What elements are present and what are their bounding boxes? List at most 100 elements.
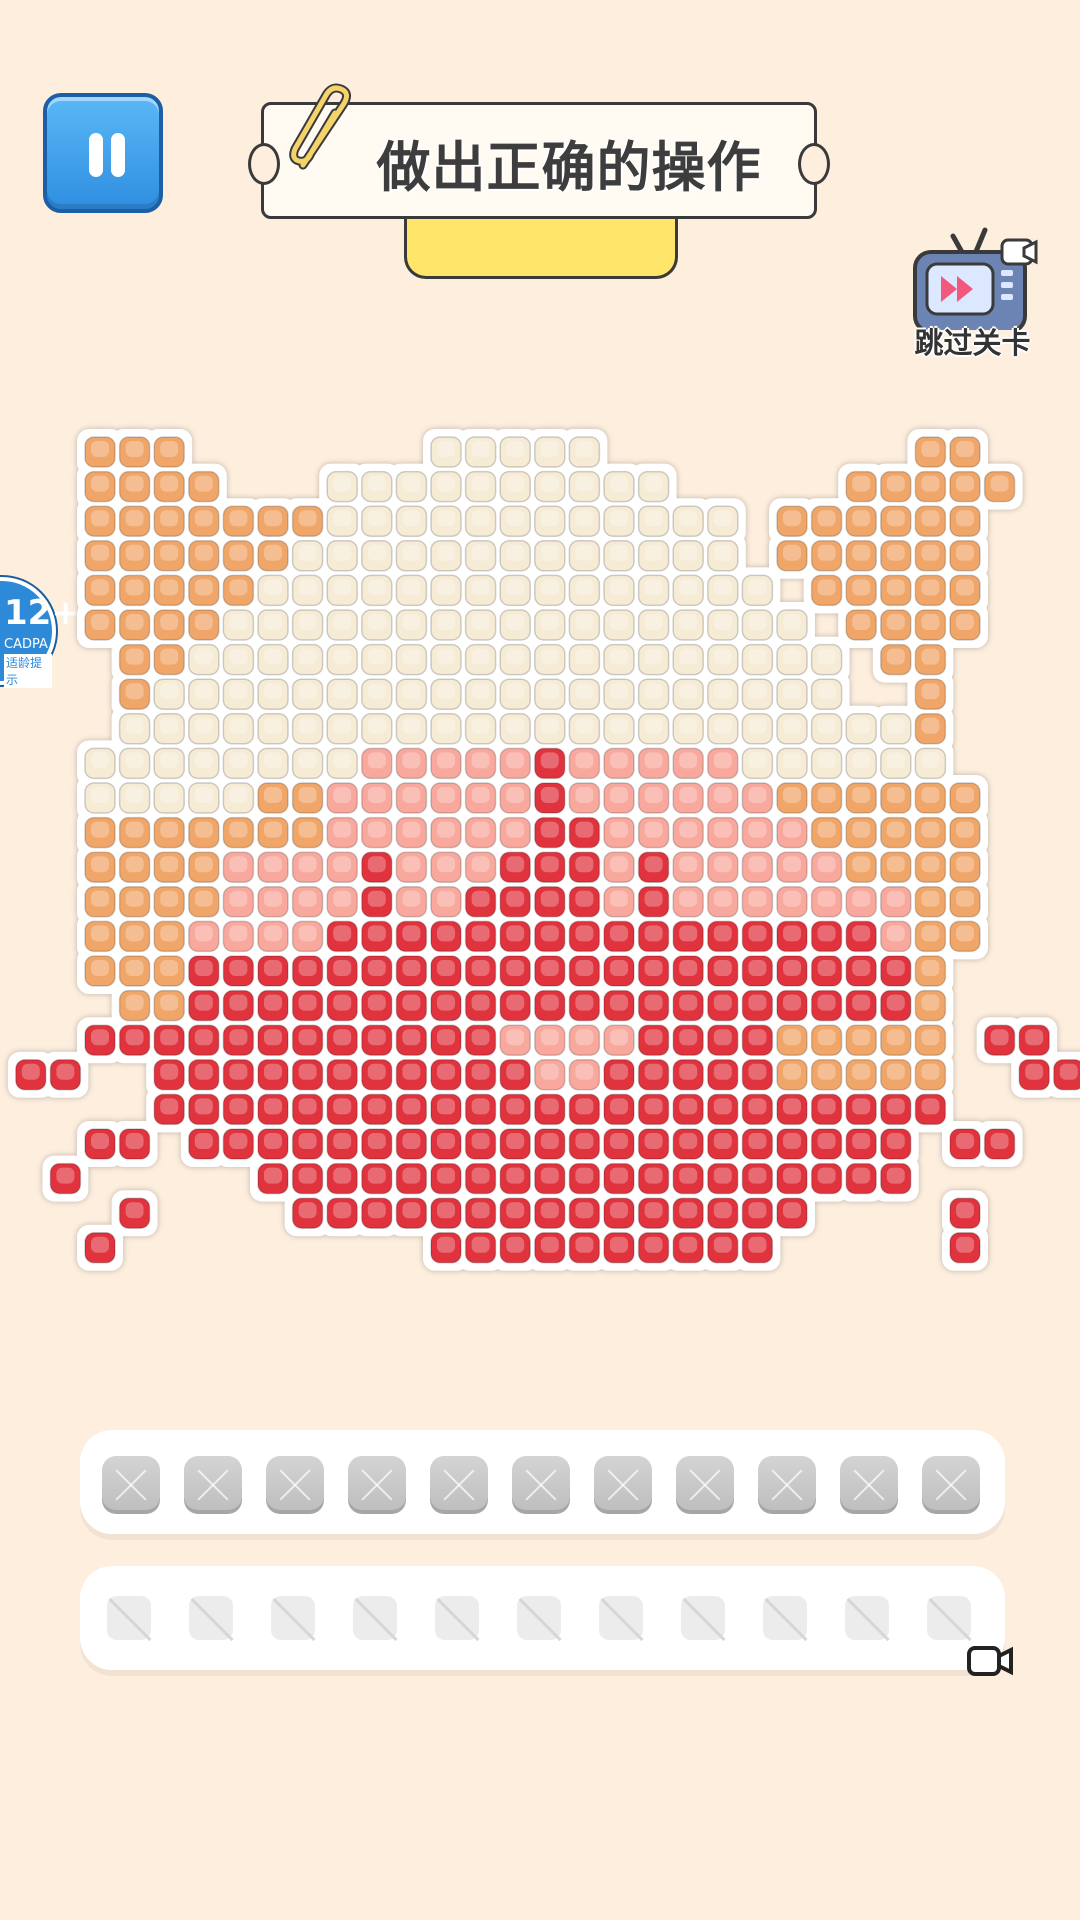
bead-orange[interactable]	[880, 505, 912, 537]
bead-red[interactable]	[880, 1128, 912, 1160]
bead-red[interactable]	[741, 1232, 774, 1264]
bead-red[interactable]	[430, 1059, 462, 1091]
bead-pink[interactable]	[741, 816, 774, 849]
bead-red[interactable]	[291, 1197, 324, 1229]
bead-orange[interactable]	[949, 920, 981, 953]
bead-red[interactable]	[672, 1093, 704, 1126]
bead-red[interactable]	[291, 1093, 324, 1126]
bead-pink[interactable]	[430, 816, 462, 849]
bead-red[interactable]	[395, 1093, 428, 1126]
bead-orange[interactable]	[84, 470, 116, 503]
bead-red[interactable]	[741, 989, 774, 1022]
bead-cream[interactable]	[810, 747, 843, 780]
bead-orange[interactable]	[949, 436, 981, 468]
bead-cream[interactable]	[464, 505, 497, 537]
bead-cream[interactable]	[741, 609, 774, 641]
bead-red[interactable]	[672, 1162, 704, 1195]
bead-red[interactable]	[637, 1128, 670, 1160]
bead-red[interactable]	[776, 1093, 808, 1126]
bead-pink[interactable]	[326, 782, 358, 814]
bead-pink[interactable]	[707, 851, 739, 883]
bead-cream[interactable]	[188, 678, 220, 710]
bead-cream[interactable]	[257, 609, 289, 641]
video-camera-icon[interactable]	[967, 1644, 1013, 1678]
bead-orange[interactable]	[153, 851, 185, 883]
bead-red[interactable]	[672, 1232, 704, 1264]
bead-orange[interactable]	[153, 955, 185, 987]
bead-red[interactable]	[291, 1128, 324, 1160]
bead-cream[interactable]	[637, 713, 670, 745]
bead-red[interactable]	[534, 1232, 566, 1264]
bead-orange[interactable]	[914, 989, 947, 1022]
bead-cream[interactable]	[776, 643, 808, 676]
bead-cream[interactable]	[464, 678, 497, 710]
bead-red[interactable]	[84, 1232, 116, 1264]
bead-red[interactable]	[499, 1232, 531, 1264]
bead-cream[interactable]	[637, 609, 670, 641]
bead-orange[interactable]	[949, 574, 981, 607]
bead-red[interactable]	[707, 1232, 739, 1264]
bead-cream[interactable]	[672, 609, 704, 641]
bead-pink[interactable]	[637, 816, 670, 849]
bead-red[interactable]	[464, 1197, 497, 1229]
bead-orange[interactable]	[914, 782, 947, 814]
bead-red[interactable]	[395, 1059, 428, 1091]
bead-orange[interactable]	[949, 886, 981, 918]
bead-cream[interactable]	[776, 678, 808, 710]
bead-orange[interactable]	[84, 540, 116, 572]
bead-red[interactable]	[499, 886, 531, 918]
bead-cream[interactable]	[291, 678, 324, 710]
bead-red[interactable]	[810, 989, 843, 1022]
bead-red[interactable]	[845, 1162, 877, 1195]
bead-red[interactable]	[291, 1162, 324, 1195]
bead-red[interactable]	[637, 886, 670, 918]
bead-pink[interactable]	[707, 782, 739, 814]
bead-cream[interactable]	[534, 609, 566, 641]
bead-red[interactable]	[430, 1024, 462, 1056]
bead-red[interactable]	[534, 782, 566, 814]
bead-red[interactable]	[534, 816, 566, 849]
bead-cream[interactable]	[672, 505, 704, 537]
bead-red[interactable]	[326, 1093, 358, 1126]
bead-cream[interactable]	[499, 574, 531, 607]
bead-red[interactable]	[222, 1093, 255, 1126]
bead-cream[interactable]	[776, 713, 808, 745]
bead-red[interactable]	[326, 1197, 358, 1229]
bead-red[interactable]	[707, 1024, 739, 1056]
bead-orange[interactable]	[776, 1024, 808, 1056]
bead-pink[interactable]	[361, 747, 393, 780]
bead-red[interactable]	[430, 1128, 462, 1160]
bead-cream[interactable]	[257, 678, 289, 710]
bead-orange[interactable]	[810, 782, 843, 814]
bead-red[interactable]	[257, 989, 289, 1022]
bead-cream[interactable]	[291, 609, 324, 641]
bead-cream[interactable]	[395, 540, 428, 572]
bead-cream[interactable]	[707, 678, 739, 710]
bead-red[interactable]	[1018, 1024, 1050, 1056]
bead-pink[interactable]	[672, 816, 704, 849]
bead-cream[interactable]	[153, 747, 185, 780]
bead-cream[interactable]	[845, 747, 877, 780]
bead-red[interactable]	[361, 1162, 393, 1195]
bead-orange[interactable]	[914, 955, 947, 987]
bead-orange[interactable]	[118, 609, 151, 641]
bead-red[interactable]	[603, 1093, 635, 1126]
bead-cream[interactable]	[499, 470, 531, 503]
bead-red[interactable]	[568, 1232, 601, 1264]
bead-cream[interactable]	[361, 574, 393, 607]
bead-red[interactable]	[707, 1128, 739, 1160]
bead-red[interactable]	[845, 1093, 877, 1126]
bead-cream[interactable]	[188, 747, 220, 780]
bead-orange[interactable]	[914, 470, 947, 503]
bead-red[interactable]	[395, 1128, 428, 1160]
bead-orange[interactable]	[949, 782, 981, 814]
bead-cream[interactable]	[672, 643, 704, 676]
bead-cream[interactable]	[914, 747, 947, 780]
bead-orange[interactable]	[118, 643, 151, 676]
bead-orange[interactable]	[257, 540, 289, 572]
bead-pink[interactable]	[430, 747, 462, 780]
bead-red[interactable]	[326, 955, 358, 987]
bead-red[interactable]	[188, 955, 220, 987]
bead-cream[interactable]	[291, 540, 324, 572]
bead-cream[interactable]	[430, 643, 462, 676]
